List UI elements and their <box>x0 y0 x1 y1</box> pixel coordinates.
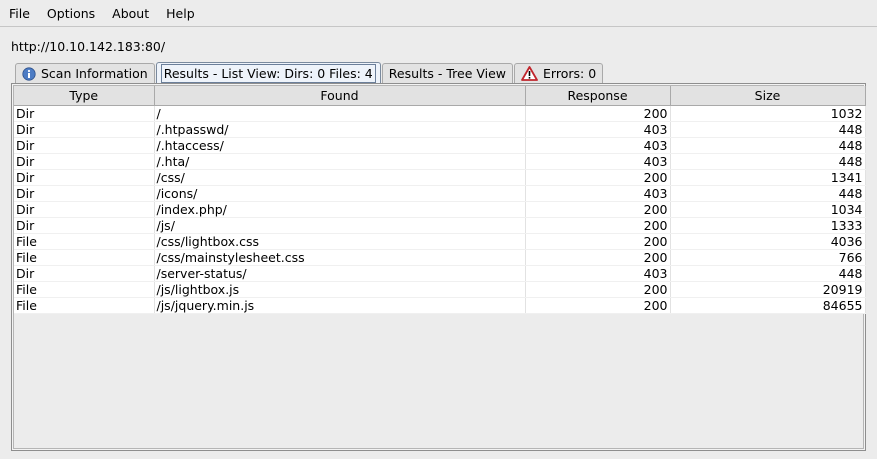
results-table: Type Found Response Size Dir/200 1032 Dir /… <box>14 86 866 314</box>
cell-found: /.htpasswd/ <box>154 121 526 138</box>
tab-scan-information[interactable]: Scan Information <box>15 63 155 83</box>
cell-found: /css/lightbox.css <box>154 233 526 250</box>
target-url: http://10.10.142.183:80/ <box>11 39 166 54</box>
column-header-response[interactable]: Response <box>525 86 671 106</box>
cell-size: 1341 <box>670 169 866 186</box>
table-row[interactable]: File/js/lightbox.js 200 20919 <box>14 281 866 298</box>
tab-results-tree-view[interactable]: Results - Tree View <box>381 63 514 83</box>
cell-type: File <box>14 249 155 266</box>
cell-type: Dir <box>14 137 155 154</box>
cell-response: 403 <box>525 137 671 154</box>
results-panel: Type Found Response Size Dir/200 1032 Dir /… <box>11 83 866 451</box>
table-row[interactable]: Dir/css/200 1341 <box>14 169 866 186</box>
cell-response: 200 <box>525 297 671 314</box>
cell-size: 1034 <box>670 201 866 218</box>
cell-response: 200 <box>525 249 671 266</box>
menu-help[interactable]: Help <box>157 0 203 27</box>
cell-found: /.hta/ <box>154 153 526 170</box>
cell-found: /.htaccess/ <box>154 137 526 154</box>
cell-type: Dir <box>14 201 155 218</box>
cell-size: 448 <box>670 121 866 138</box>
tab-label: Scan Information <box>41 66 148 81</box>
table-row[interactable]: Dir/icons/403 448 <box>14 185 866 202</box>
tab-errors[interactable]: Errors: 0 <box>514 63 604 83</box>
cell-response: 200 <box>525 169 671 186</box>
tab-results-list-view[interactable]: Results - List View: Dirs: 0 Files: 4 <box>155 62 381 83</box>
cell-type: File <box>14 233 155 250</box>
tab-label: Errors: 0 <box>543 66 597 81</box>
cell-type: Dir <box>14 121 155 138</box>
menu-options[interactable]: Options <box>38 0 103 27</box>
cell-type: Dir <box>14 217 155 234</box>
table-row[interactable]: Dir/200 1032 <box>14 105 866 122</box>
table-row[interactable]: File/css/mainstylesheet.css 200 766 <box>14 249 866 266</box>
menu-about[interactable]: About <box>103 0 157 27</box>
cell-response: 200 <box>525 281 671 298</box>
cell-response: 403 <box>525 265 671 282</box>
cell-size: 448 <box>670 185 866 202</box>
table-row[interactable]: Dir/index.php/200 1034 <box>14 201 866 218</box>
column-header-size[interactable]: Size <box>670 86 866 106</box>
column-header-found[interactable]: Found <box>154 86 526 106</box>
menu-file[interactable]: File <box>0 0 38 27</box>
table-row[interactable]: Dir/.hta/403 448 <box>14 153 866 170</box>
cell-response: 403 <box>525 185 671 202</box>
table-header-row: Type Found Response Size <box>14 86 866 106</box>
cell-size: 448 <box>670 265 866 282</box>
table-row[interactable]: Dir/.htaccess/403 448 <box>14 137 866 154</box>
cell-size: 84655 <box>670 297 866 314</box>
results-table-container[interactable]: Type Found Response Size Dir/200 1032 Dir /… <box>13 85 866 449</box>
cell-response: 200 <box>525 233 671 250</box>
cell-type: Dir <box>14 265 155 282</box>
cell-type: Dir <box>14 185 155 202</box>
cell-response: 200 <box>525 105 671 122</box>
tab-strip: Scan Information Results - List View: Di… <box>15 62 604 83</box>
cell-size: 4036 <box>670 233 866 250</box>
table-row[interactable]: Dir/.htpasswd/403 448 <box>14 121 866 138</box>
table-row[interactable]: File/js/jquery.min.js 200 84655 <box>14 297 866 314</box>
info-icon <box>22 66 36 81</box>
cell-found: /server-status/ <box>154 265 526 282</box>
cell-found: /index.php/ <box>154 201 526 218</box>
cell-found: /css/mainstylesheet.css <box>154 249 526 266</box>
warning-icon <box>521 66 538 81</box>
menu-bar: File Options About Help <box>0 0 877 27</box>
cell-response: 200 <box>525 217 671 234</box>
table-row[interactable]: Dir/server-status/403 448 <box>14 265 866 282</box>
cell-size: 448 <box>670 153 866 170</box>
cell-response: 403 <box>525 121 671 138</box>
cell-response: 200 <box>525 201 671 218</box>
table-row[interactable]: File/css/lightbox.css 200 4036 <box>14 233 866 250</box>
tab-label: Results - Tree View <box>388 66 507 81</box>
cell-found: / <box>154 105 526 122</box>
column-header-type[interactable]: Type <box>14 86 155 106</box>
table-row[interactable]: Dir/js/200 1333 <box>14 217 866 234</box>
cell-type: File <box>14 297 155 314</box>
cell-type: Dir <box>14 153 155 170</box>
cell-size: 766 <box>670 249 866 266</box>
cell-found: /icons/ <box>154 185 526 202</box>
cell-size: 1333 <box>670 217 866 234</box>
cell-size: 1032 <box>670 105 866 122</box>
cell-size: 448 <box>670 137 866 154</box>
cell-type: Dir <box>14 105 155 122</box>
cell-type: File <box>14 281 155 298</box>
cell-size: 20919 <box>670 281 866 298</box>
cell-found: /js/ <box>154 217 526 234</box>
cell-type: Dir <box>14 169 155 186</box>
cell-found: /js/jquery.min.js <box>154 297 526 314</box>
cell-found: /css/ <box>154 169 526 186</box>
cell-response: 403 <box>525 153 671 170</box>
tab-label: Results - List View: Dirs: 0 Files: 4 <box>160 63 376 83</box>
cell-found: /js/lightbox.js <box>154 281 526 298</box>
table-body: Dir/200 1032 Dir/.htpasswd/403 448 Dir/.htac… <box>14 105 866 314</box>
